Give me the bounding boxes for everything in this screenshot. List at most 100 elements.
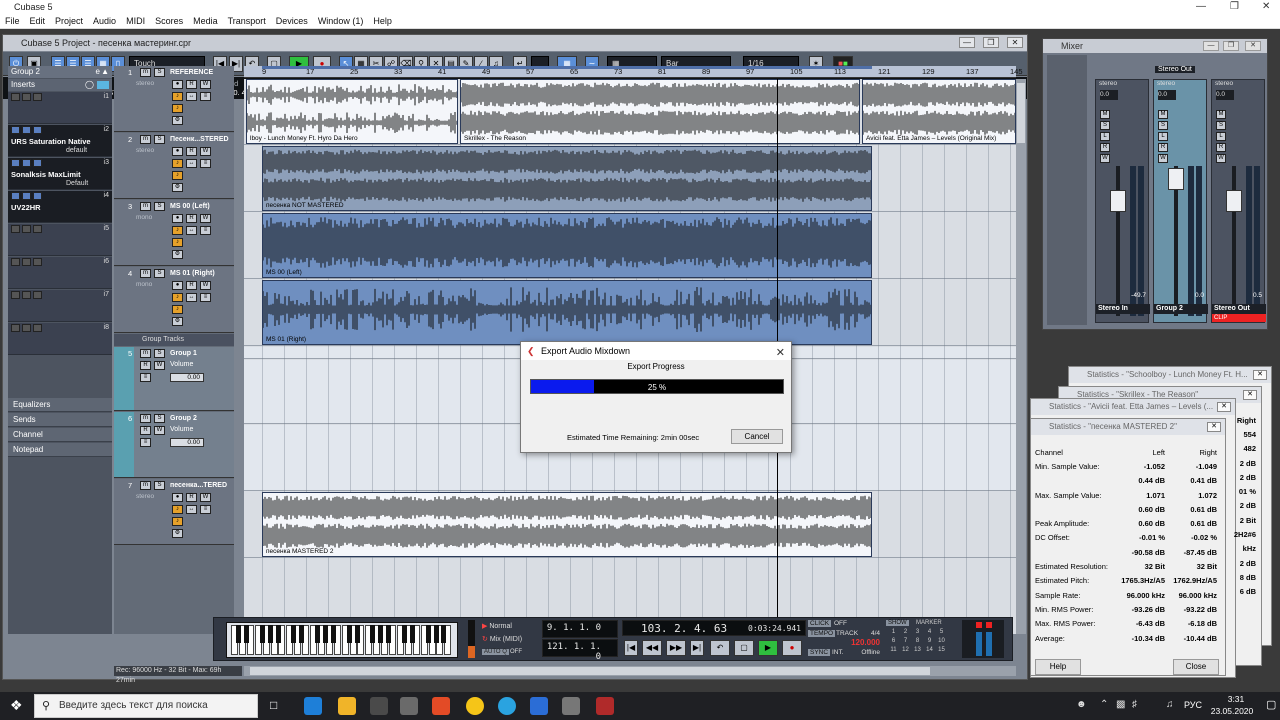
piano-key-black[interactable] [433,625,439,643]
insert-edit-icon[interactable] [22,324,31,332]
solo-button[interactable]: S [1100,121,1110,130]
vertical-scrollbar[interactable] [1016,79,1026,634]
insert-edit-icon[interactable] [22,225,31,233]
insert-slot[interactable]: i5 [8,224,112,256]
insert-slot[interactable]: i8 [8,323,112,355]
transport-goto-start[interactable]: |◀ [624,640,638,656]
audio-event[interactable]: lboy - Lunch Money Ft. Hyro Da Hero [246,79,458,144]
marker-button[interactable]: 8 [912,638,923,644]
mute-button[interactable]: m [140,202,151,211]
transport-cycle[interactable]: ↶ [710,640,730,656]
track-header[interactable]: 4 m S MS 01 (Right) mono ● R W ♪ ↔ ≡ ♪ ⚙ [114,267,234,333]
track-name[interactable]: MS 00 (Left) [170,203,210,210]
piano-key-black[interactable] [291,625,297,643]
sync-button[interactable]: SYNC [808,649,831,656]
insert-power-icon[interactable] [33,126,42,134]
menu-project[interactable]: Project [50,14,88,29]
position-display[interactable]: 103. 2. 4. 63 0:03:24.941 [622,620,806,636]
piano-key-black[interactable] [275,625,281,643]
transport-record[interactable]: ● [782,640,802,656]
maximize-button[interactable]: ❐ [1230,0,1239,14]
track-name[interactable]: REFERENCE [170,69,213,76]
marker-button[interactable]: 6 [888,638,899,644]
lanes-button[interactable]: ↔ [186,505,197,514]
speaker-icon[interactable]: ♫ [1166,699,1174,710]
tray-chevron-icon[interactable]: ⌃ [1100,699,1108,710]
monitor-button[interactable]: ● [172,281,183,290]
piano-key-black[interactable] [409,625,415,643]
inspector-channel-name[interactable]: Group 2 e ▲ [8,66,112,78]
audio-event[interactable]: MS 01 (Right) [262,280,872,345]
write-button[interactable]: W [200,281,211,290]
write-button[interactable]: W [1100,154,1110,163]
solo-button[interactable]: S [154,349,165,358]
track-name[interactable]: Group 1 [170,350,197,357]
group-folder-header[interactable]: Group Tracks [114,334,234,346]
marker-button[interactable]: 2 [900,629,911,635]
vertical-scroll-thumb[interactable] [1017,83,1025,143]
piano-key-black[interactable] [259,625,265,643]
clock-time[interactable]: 3:31 [1212,694,1260,704]
piano-key-black[interactable] [299,625,305,643]
lanes-button[interactable]: ≡ [140,438,151,447]
channel-settings-button[interactable]: ⚙ [172,317,183,326]
insert-slot[interactable]: i7 [8,290,112,322]
app-icon-4[interactable] [562,697,580,715]
write-button[interactable]: W [200,80,211,89]
tempo-value[interactable]: 120.000 [851,638,880,647]
mixer-channel-strip[interactable]: stereo0.0MSLRW-49.70.00Stereo In [1095,79,1150,323]
click-button[interactable]: CLICK [808,620,832,627]
read-button[interactable]: R [140,426,151,435]
read-button[interactable]: R [186,147,197,156]
insert-slot[interactable]: i4 UV22HR [8,191,112,223]
transport-stop[interactable]: ▢ [734,640,754,656]
horizontal-scrollbar[interactable] [244,666,1016,676]
audio-event[interactable]: песенка NOT MASTERED [262,146,872,211]
solo-button[interactable]: S [154,481,165,490]
track-header[interactable]: 7 m Sпесенка...TERED stereo ● R W ♪ ↔ ≡ ♪ ⚙ [114,479,234,545]
piano-key-black[interactable] [346,625,352,643]
insert-slot[interactable]: i6 [8,257,112,289]
solo-button[interactable]: S [154,414,165,423]
insert-bypass-icon[interactable] [11,192,20,200]
clock-date[interactable]: 23.05.2020 [1204,706,1260,716]
group-volume-field[interactable]: 0.00 [170,438,204,447]
left-locator-marker[interactable] [262,66,872,69]
timeline-ruler[interactable]: 9 17 25 33 41 49 57 65 73 81 89 97 105 113 121 129 137 14… [244,66,1023,78]
inspector-section-equalizers[interactable]: Equalizers [8,398,112,412]
strip-channel-name[interactable]: Stereo Out [1212,304,1266,314]
horizontal-scroll-thumb[interactable] [250,667,930,675]
insert-bypass-icon[interactable] [11,126,20,134]
read-button[interactable]: R [1100,143,1110,152]
project-close-button[interactable]: ✕ [1007,37,1023,48]
piano-key-black[interactable] [386,625,392,643]
network-icon[interactable]: ▩ [1116,699,1125,710]
write-button[interactable]: W [1216,154,1226,163]
track-name[interactable]: MS 01 (Right) [170,270,215,277]
marker-button[interactable]: 11 [888,647,899,653]
write-button[interactable]: W [154,361,165,370]
insert-edit-icon[interactable] [22,159,31,167]
lanes-button[interactable]: ↔ [186,293,197,302]
audio-event[interactable]: Skrillex - The Reason [460,79,860,144]
record-enable-button[interactable]: ♪ [172,159,183,168]
record-enable-button[interactable]: ♪ [172,92,183,101]
marker-button[interactable]: 14 [924,647,935,653]
strip-pan-value[interactable]: 0.0 [1100,90,1118,100]
transport-rewind[interactable]: ◀◀ [642,640,662,656]
transport-goto-end[interactable]: ▶| [690,640,704,656]
write-button[interactable]: W [1158,154,1168,163]
track-header[interactable]: 2 m S Песенк...STERED stereo ● R W ♪ ↔ ≡ ♪ ⚙ [114,133,234,199]
piano-key-black[interactable] [267,625,273,643]
inspector-section-sends[interactable]: Sends [8,413,112,427]
lanes-button[interactable]: ↔ [186,159,197,168]
record-enable-button[interactable]: ♪ [172,293,183,302]
statistics-back-close-icon[interactable]: ✕ [1217,402,1231,412]
track-name[interactable]: Песенк...STERED [170,136,229,143]
insert-edit-icon[interactable] [22,192,31,200]
project-minimize-button[interactable]: — [959,37,975,48]
clip-indicator[interactable]: CLIP [1212,314,1266,322]
strip-fader-track[interactable] [1232,166,1236,316]
menu-scores[interactable]: Scores [150,14,188,29]
edit-button[interactable]: ≡ [200,92,211,101]
